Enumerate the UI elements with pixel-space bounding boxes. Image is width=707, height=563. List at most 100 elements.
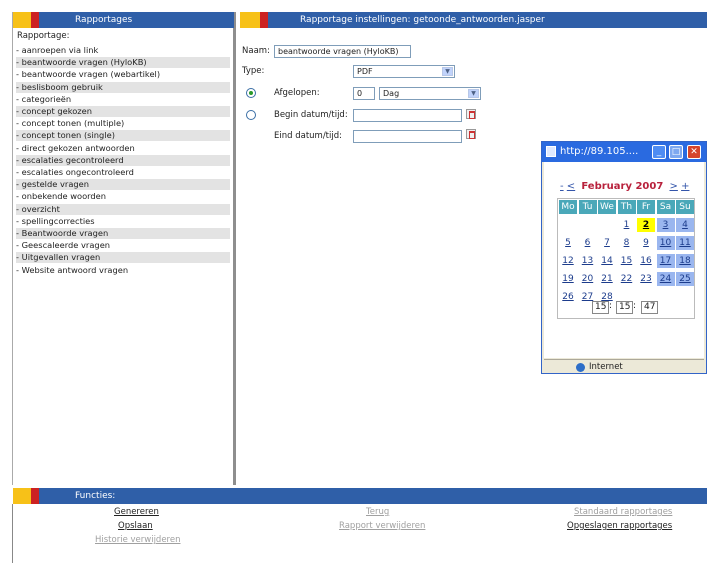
globe-icon [576,363,585,372]
report-list-item[interactable]: - beantwoorde vragen (webartikel) [16,69,230,80]
prev-month-button[interactable]: < [567,181,575,192]
functions-header: Functies: [13,488,707,504]
delete-report-link[interactable]: Rapport verwijderen [339,521,425,531]
report-list-item[interactable]: - direct gekozen antwoorden [16,143,230,154]
day-cell[interactable]: 16 [637,254,655,268]
day-cell[interactable]: 18 [676,254,694,268]
begin-calendar-icon[interactable] [466,109,476,119]
elapsed-radio[interactable] [246,88,256,98]
report-list-item[interactable]: - beantwoorde vragen (HyloKB) [16,57,230,69]
maximize-icon[interactable]: □ [669,145,683,159]
report-list-item[interactable]: - onbekende woorden [16,191,230,202]
report-list-item[interactable]: - Website antwoord vragen [16,265,230,276]
minute-input[interactable]: 15 [616,301,634,314]
day-cell[interactable]: 10 [656,236,675,250]
report-list-item[interactable]: - escalaties ongecontroleerd [16,167,230,178]
day-cell[interactable]: 19 [559,272,577,286]
weekday-header: We [598,200,616,214]
end-datetime-input[interactable] [353,130,462,143]
saved-reports-link[interactable]: Opgeslagen rapportages [567,521,672,531]
close-icon[interactable]: ✕ [687,145,701,159]
hour-input[interactable]: 15 [592,301,610,314]
day-cell[interactable]: 8 [618,236,636,250]
begin-datetime-input[interactable] [353,109,462,122]
save-link[interactable]: Opslaan [118,521,153,531]
header-yellow-block [13,12,31,28]
day-cell[interactable]: 20 [579,272,597,286]
popup-title-bar[interactable]: http://89.105.... _ □ ✕ [542,142,706,162]
day-cell[interactable]: 22 [618,272,636,286]
weekday-header: Su [676,200,694,214]
type-label: Type: [242,66,265,76]
day-cell[interactable]: 1 [618,218,636,232]
report-list-item[interactable]: - overzicht [16,203,230,215]
report-list-item[interactable]: - Uitgevallen vragen [16,252,230,264]
range-radio[interactable] [246,110,256,120]
day-cell[interactable]: 4 [676,218,694,232]
elapsed-value-input[interactable]: 0 [353,87,375,100]
elapsed-label: Afgelopen: [274,88,320,98]
report-list-item[interactable]: - beslisboom gebruik [16,81,230,93]
report-list-item[interactable]: - Beantwoorde vragen [16,228,230,239]
day-cell[interactable]: 11 [676,236,694,250]
day-cell[interactable]: 6 [579,236,597,250]
day-cell[interactable]: 23 [637,272,655,286]
type-select[interactable]: PDF ▼ [353,65,455,78]
day-cell[interactable]: 24 [656,272,675,286]
popup-title: http://89.105.... [560,146,639,157]
weekday-header: Sa [656,200,675,214]
weekday-header: Tu [578,200,597,214]
report-list-item[interactable]: - concept gekozen [16,106,230,117]
back-link[interactable]: Terug [366,507,389,517]
left-border [12,504,13,563]
settings-header-title: Rapportage instellingen: getoonde_antwoo… [300,15,545,25]
next-month-button[interactable]: > [670,181,678,192]
day-cell[interactable]: 13 [579,254,597,268]
popup-status-bar: Internet [544,359,704,373]
day-cell[interactable]: 2 [637,218,655,232]
begin-datetime-label: Begin datum/tijd: [274,110,348,120]
empty-day-cell [676,290,694,304]
day-cell[interactable]: 9 [637,236,655,250]
day-cell[interactable]: 5 [559,236,577,250]
report-list-item[interactable]: - categorieën [16,94,230,105]
day-cell[interactable]: 21 [598,272,616,286]
day-cell[interactable]: 3 [656,218,675,232]
chevron-down-icon[interactable]: ▼ [468,89,479,98]
day-cell[interactable]: 12 [559,254,577,268]
report-list-item[interactable]: - escalaties gecontroleerd [16,154,230,166]
day-cell[interactable]: 25 [676,272,694,286]
end-calendar-icon[interactable] [466,129,476,139]
report-list-item[interactable]: - Geescaleerde vragen [16,240,230,251]
reports-header: Rapportages [13,12,234,28]
day-cell[interactable]: 7 [598,236,616,250]
empty-day-cell [559,218,577,232]
reports-header-title: Rapportages [75,15,133,25]
prev-year-button[interactable]: - [560,181,564,192]
chevron-down-icon[interactable]: ▼ [442,67,453,76]
elapsed-unit-select[interactable]: Dag ▼ [379,87,481,100]
day-cell[interactable]: 26 [559,290,577,304]
report-list-item[interactable]: - spellingcorrecties [16,216,230,227]
header-red-block [31,12,39,28]
day-cell[interactable]: 14 [598,254,616,268]
day-cell[interactable]: 17 [656,254,675,268]
delete-history-link[interactable]: Historie verwijderen [95,535,180,545]
day-cell[interactable]: 15 [618,254,636,268]
time-separator: : [609,301,613,311]
empty-day-cell [657,290,675,304]
minimize-icon[interactable]: _ [652,145,666,159]
standard-reports-link[interactable]: Standaard rapportages [574,507,672,517]
time-separator: : [633,301,637,311]
name-input[interactable]: beantwoorde vragen (HyloKB) [274,45,411,58]
report-list-item[interactable]: - concept tonen (single) [16,130,230,142]
next-year-button[interactable]: + [681,181,689,192]
header-yellow-block [13,488,31,504]
report-list-item[interactable]: - concept tonen (multiple) [16,118,230,129]
second-input[interactable]: 47 [641,301,659,314]
report-list-item[interactable]: - gestelde vragen [16,179,230,191]
settings-header: Rapportage instellingen: getoonde_antwoo… [240,12,707,28]
report-list-item[interactable]: - aanroepen via link [16,45,230,56]
generate-link[interactable]: Genereren [114,507,159,517]
calendar-nav: - < February 2007 > + [560,181,689,192]
